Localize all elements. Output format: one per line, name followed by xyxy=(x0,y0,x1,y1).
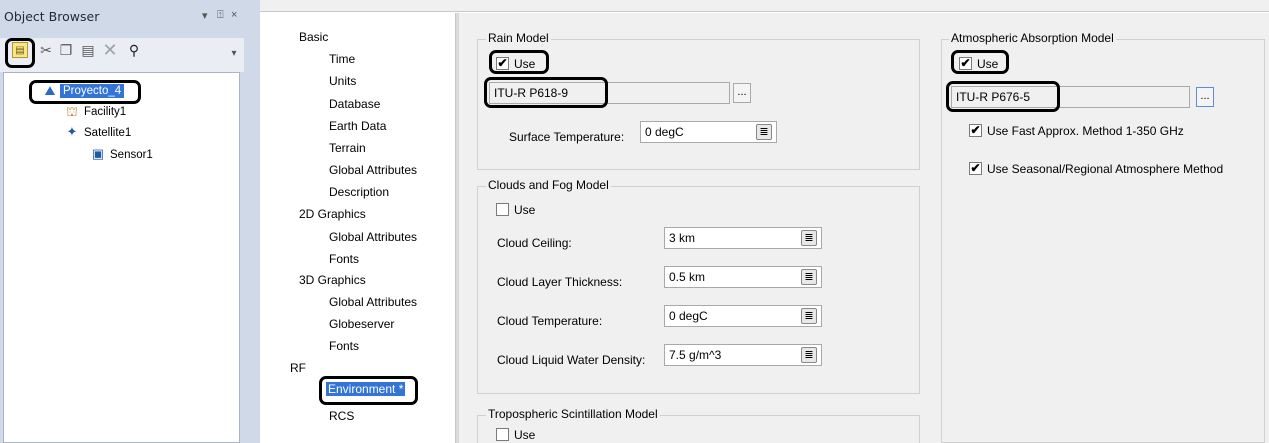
atmos-model-browse-button[interactable]: ... xyxy=(1196,87,1214,107)
copy-icon[interactable]: ❐ xyxy=(58,42,74,58)
rain-model-group xyxy=(477,39,920,170)
cloud-density-label: Cloud Liquid Water Density: xyxy=(497,353,646,367)
close-icon[interactable]: × xyxy=(231,9,237,21)
category-time[interactable]: Time xyxy=(329,52,355,66)
panel-menu-icon[interactable]: ▾ xyxy=(202,9,208,22)
rain-use-checkbox[interactable]: ✔ xyxy=(496,57,509,70)
object-browser-toolbar xyxy=(0,38,244,72)
category-database[interactable]: Database xyxy=(329,97,380,111)
category-2d-global-attributes[interactable]: Global Attributes xyxy=(329,230,417,244)
cloud-density-field[interactable]: 7.5 g/m^3 xyxy=(664,344,822,366)
category-3d-global-attributes[interactable]: Global Attributes xyxy=(329,295,417,309)
category-basic[interactable]: Basic xyxy=(299,30,328,44)
panel-splitter[interactable] xyxy=(244,0,260,443)
object-browser-title: Object Browser xyxy=(4,9,100,24)
find-icon[interactable]: ⚲ xyxy=(126,42,142,58)
tropo-use-checkbox[interactable] xyxy=(496,428,509,441)
paste-icon[interactable]: ▤ xyxy=(80,42,96,58)
category-global-attributes[interactable]: Global Attributes xyxy=(329,163,417,177)
category-rf[interactable]: RF xyxy=(290,361,306,375)
atmos-model-field[interactable]: ITU-R P676-5 xyxy=(951,86,1190,108)
overflow-icon[interactable]: ▾ xyxy=(226,46,242,62)
tree-item-scenario[interactable]: Proyecto_4 xyxy=(60,84,125,98)
tropo-use-label: Use xyxy=(514,428,536,442)
surface-temp-unit-icon[interactable]: ≣ xyxy=(756,124,772,140)
clouds-use-label: Use xyxy=(514,203,536,217)
atmos-use-label: Use xyxy=(977,57,999,71)
rain-model-browse-button[interactable]: ... xyxy=(733,83,751,103)
delete-icon[interactable]: ✕ xyxy=(102,41,118,59)
cloud-ceiling-unit-icon[interactable]: ≣ xyxy=(801,230,817,246)
facility-icon: ⛫ xyxy=(66,104,78,119)
cut-icon[interactable]: ✂ xyxy=(38,42,54,58)
tree-item-satellite[interactable]: Satellite1 xyxy=(84,127,131,139)
category-3d-fonts[interactable]: Fonts xyxy=(329,339,359,353)
cloud-thickness-unit-icon[interactable]: ≣ xyxy=(801,269,817,285)
tree-item-facility[interactable]: Facility1 xyxy=(84,106,126,118)
rain-use-label: Use xyxy=(514,57,536,71)
cloud-temperature-label: Cloud Temperature: xyxy=(497,314,603,328)
fast-approx-label: Use Fast Approx. Method 1-350 GHz xyxy=(987,124,1184,138)
category-2d-fonts[interactable]: Fonts xyxy=(329,252,359,266)
category-description[interactable]: Description xyxy=(329,185,389,199)
satellite-icon: ✦ xyxy=(66,124,78,139)
pin-icon[interactable]: ⍐ xyxy=(217,9,224,22)
seasonal-label: Use Seasonal/Regional Atmosphere Method xyxy=(987,162,1224,176)
sensor-icon: ▣ xyxy=(91,146,105,161)
cloud-thickness-label: Cloud Layer Thickness: xyxy=(497,275,623,289)
cloud-ceiling-field[interactable]: 3 km xyxy=(664,227,822,249)
category-earth-data[interactable]: Earth Data xyxy=(329,119,386,133)
clouds-use-checkbox[interactable] xyxy=(496,203,509,216)
category-units[interactable]: Units xyxy=(329,74,356,88)
tree-item-sensor[interactable]: Sensor1 xyxy=(110,149,153,161)
clouds-model-title: Clouds and Fog Model xyxy=(486,178,611,192)
category-rcs[interactable]: RCS xyxy=(329,409,354,423)
cloud-ceiling-label: Cloud Ceiling: xyxy=(497,236,572,250)
category-terrain[interactable]: Terrain xyxy=(329,141,366,155)
scenario-icon: ⛰ xyxy=(44,83,56,98)
category-3d-graphics[interactable]: 3D Graphics xyxy=(299,273,366,287)
property-category-tree xyxy=(260,13,456,443)
cloud-temperature-unit-icon[interactable]: ≣ xyxy=(801,308,817,324)
surface-temp-label: Surface Temperature: xyxy=(509,130,625,144)
category-globeserver[interactable]: Globeserver xyxy=(329,317,394,331)
fast-approx-checkbox[interactable]: ✔ xyxy=(969,124,982,137)
cloud-density-unit-icon[interactable]: ≣ xyxy=(801,347,817,363)
rain-model-title: Rain Model xyxy=(486,31,551,45)
category-2d-graphics[interactable]: 2D Graphics xyxy=(299,207,366,221)
cloud-thickness-field[interactable]: 0.5 km xyxy=(664,266,822,288)
atmos-use-checkbox[interactable]: ✔ xyxy=(959,57,972,70)
properties-header-strip xyxy=(260,0,1269,12)
rain-model-field[interactable]: ITU-R P618-9 xyxy=(489,82,730,104)
seasonal-checkbox[interactable]: ✔ xyxy=(969,162,982,175)
cloud-temperature-field[interactable]: 0 degC xyxy=(664,305,822,327)
new-object-icon[interactable]: ▤ xyxy=(12,42,28,58)
atmos-model-title: Atmospheric Absorption Model xyxy=(949,31,1116,45)
category-environment[interactable]: Environment * xyxy=(326,382,406,396)
tropo-model-title: Tropospheric Scintillation Model xyxy=(486,407,660,421)
